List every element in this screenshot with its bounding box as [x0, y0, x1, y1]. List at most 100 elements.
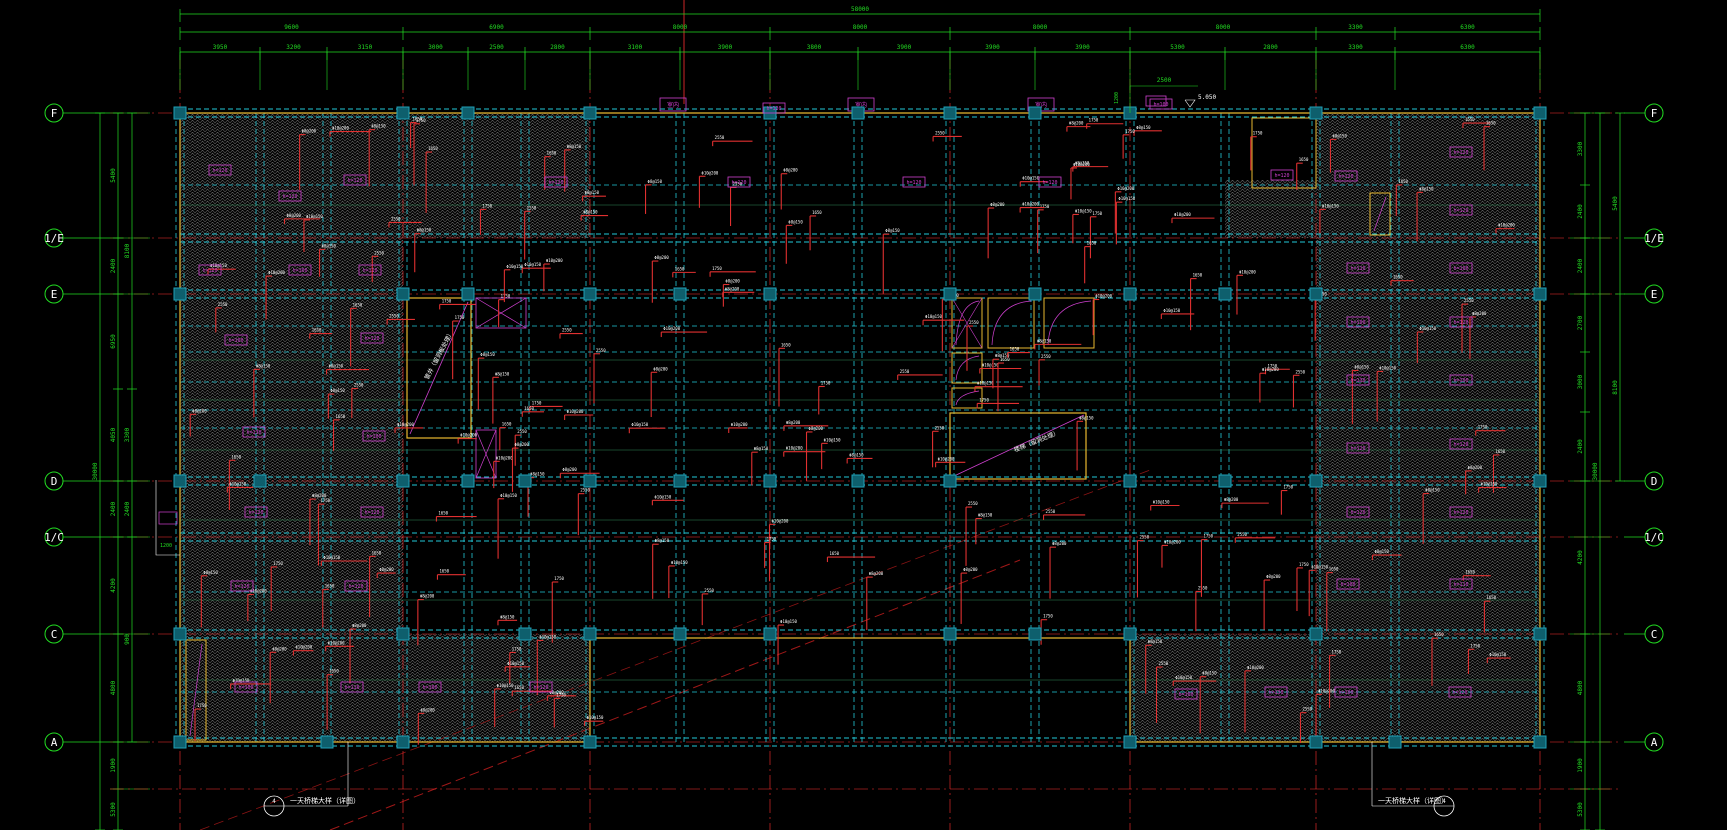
- slab-thickness-tag: h=120: [347, 178, 362, 184]
- rebar-label: 2550: [969, 320, 979, 325]
- cad-drawing-canvas[interactable]: 室内 室内 室内 Φ8@150Φ8@200Φ10@150Φ10@2001750165…: [0, 0, 1727, 830]
- dim-label: 2400: [110, 501, 117, 516]
- dim-label: 3000: [428, 44, 443, 51]
- column: [173, 106, 187, 120]
- column: [173, 735, 187, 749]
- dim-label: 3950: [213, 44, 228, 51]
- dim-label: 4800: [1577, 680, 1584, 695]
- column: [943, 287, 957, 301]
- dim-label: 6950: [110, 334, 117, 349]
- column: [1533, 474, 1547, 488]
- rebar-label: 1750: [1332, 649, 1342, 654]
- rebar-label: Φ10@200: [938, 456, 955, 461]
- rebar-label: 1650: [1329, 567, 1339, 572]
- rebar-label: Φ10@150: [229, 481, 246, 486]
- column: [583, 106, 597, 120]
- rebar-label: Φ10@200: [663, 326, 680, 331]
- rebar-label: 2550: [935, 130, 945, 135]
- slab-thickness-tag: h=100: [1350, 320, 1365, 326]
- rebar-label: Φ8@150: [1374, 549, 1389, 554]
- column: [1123, 735, 1137, 749]
- rebar-label: Φ8@200: [725, 279, 740, 284]
- column: [1309, 287, 1323, 301]
- rebar-label: Φ10@150: [1311, 564, 1328, 569]
- column: [763, 627, 777, 641]
- rebar-label: Φ10@150: [524, 262, 541, 267]
- column: [763, 474, 777, 488]
- top-note-dim: 2500: [1157, 77, 1172, 84]
- rebar-label: Φ10@150: [506, 264, 523, 269]
- rebar-label: 1750: [512, 646, 522, 651]
- rebar-label: Φ8@150: [585, 190, 600, 195]
- column: [583, 287, 597, 301]
- rebar-label: Φ8@150: [1148, 639, 1163, 644]
- axis-bubble-label: D: [1651, 475, 1658, 488]
- slab-thickness-tag: h=120: [1453, 150, 1468, 156]
- rebar-label: 2550: [704, 588, 714, 593]
- slab-thickness-tag: h=120: [348, 584, 363, 590]
- dim-label: 1900: [110, 758, 117, 773]
- axis-bubble-label: 1/E: [44, 232, 64, 245]
- rebar-label: 1750: [1203, 534, 1213, 539]
- column: [253, 474, 267, 488]
- column: [583, 474, 597, 488]
- rebar-label: Φ10@150: [977, 381, 994, 386]
- rebar-label: Φ8@200: [963, 567, 978, 572]
- rebar-label: 2550: [562, 328, 572, 333]
- rebar-label: Φ8@150: [530, 472, 545, 477]
- rebar-label: Φ10@150: [500, 493, 517, 498]
- dim-label: 3900: [1075, 44, 1090, 51]
- dim-label: 30000: [1592, 462, 1599, 480]
- dim-label: 8000: [1033, 24, 1048, 31]
- rebar-label: 2550: [1302, 707, 1312, 712]
- column: [518, 627, 532, 641]
- rebar-label: Φ8@200: [869, 571, 884, 576]
- rebar-label: 1650: [1398, 179, 1408, 184]
- column: [461, 106, 475, 120]
- rebar-label: Φ8@200: [783, 168, 798, 173]
- slab-thickness-tag: h=100: [1453, 378, 1468, 384]
- rebar-label: 2550: [1295, 369, 1305, 374]
- dim-label: 2400: [110, 258, 117, 273]
- hatch-region: [1225, 180, 1316, 238]
- rebar-label: 2550: [391, 216, 401, 221]
- dim-label: 4800: [110, 680, 117, 695]
- rebar-label: Φ8@150: [754, 446, 769, 451]
- rebar-label: 1750: [1125, 129, 1135, 134]
- rebar-label: 2550: [968, 501, 978, 506]
- slab-thickness-tag: h=120: [1350, 446, 1365, 452]
- rebar-label: Φ8@150: [788, 219, 803, 224]
- rebar-label: 1650: [1495, 449, 1505, 454]
- axis-bubble-label: D: [51, 475, 58, 488]
- column: [173, 627, 187, 641]
- column: [763, 287, 777, 301]
- rebar-label: 1750: [455, 315, 465, 320]
- rebar-label: 1650: [547, 151, 557, 156]
- rebar-label: Φ8@150: [849, 452, 864, 457]
- rebar-label: Φ10@200: [546, 258, 563, 263]
- rebar-label: Φ10@150: [507, 661, 524, 666]
- rebar-label: Φ8@150: [495, 371, 510, 376]
- axis-bubble-label: A: [51, 736, 58, 749]
- rebar-label: 1750: [1283, 485, 1293, 490]
- slab-thickness-tag: h=120: [282, 194, 297, 200]
- dim-label: 8000: [673, 24, 688, 31]
- rebar-label: 2550: [354, 383, 364, 388]
- axis-bubble-label: 1/C: [44, 531, 64, 544]
- rebar-label: 1750: [501, 294, 511, 299]
- rebar-label: 2550: [218, 302, 228, 307]
- rebar-label: Φ8@200: [420, 594, 435, 599]
- column: [396, 735, 410, 749]
- rebar-label: Φ8@200: [653, 366, 668, 371]
- top-height-dim: 1200: [1114, 92, 1120, 104]
- rebar-label: Φ10@200: [1247, 665, 1264, 670]
- rebar-label: 1750: [416, 118, 426, 123]
- rebar-label: 1650: [514, 685, 524, 690]
- rebar-label: Φ8@150: [1419, 186, 1434, 191]
- rebar-label: Φ8@150: [1075, 161, 1090, 166]
- column: [1309, 106, 1323, 120]
- rebar-label: 2550: [715, 135, 725, 140]
- rebar-label: Φ10@200: [1262, 367, 1279, 372]
- rebar-label: 1650: [1393, 275, 1403, 280]
- dim-label: 5400: [1612, 196, 1619, 211]
